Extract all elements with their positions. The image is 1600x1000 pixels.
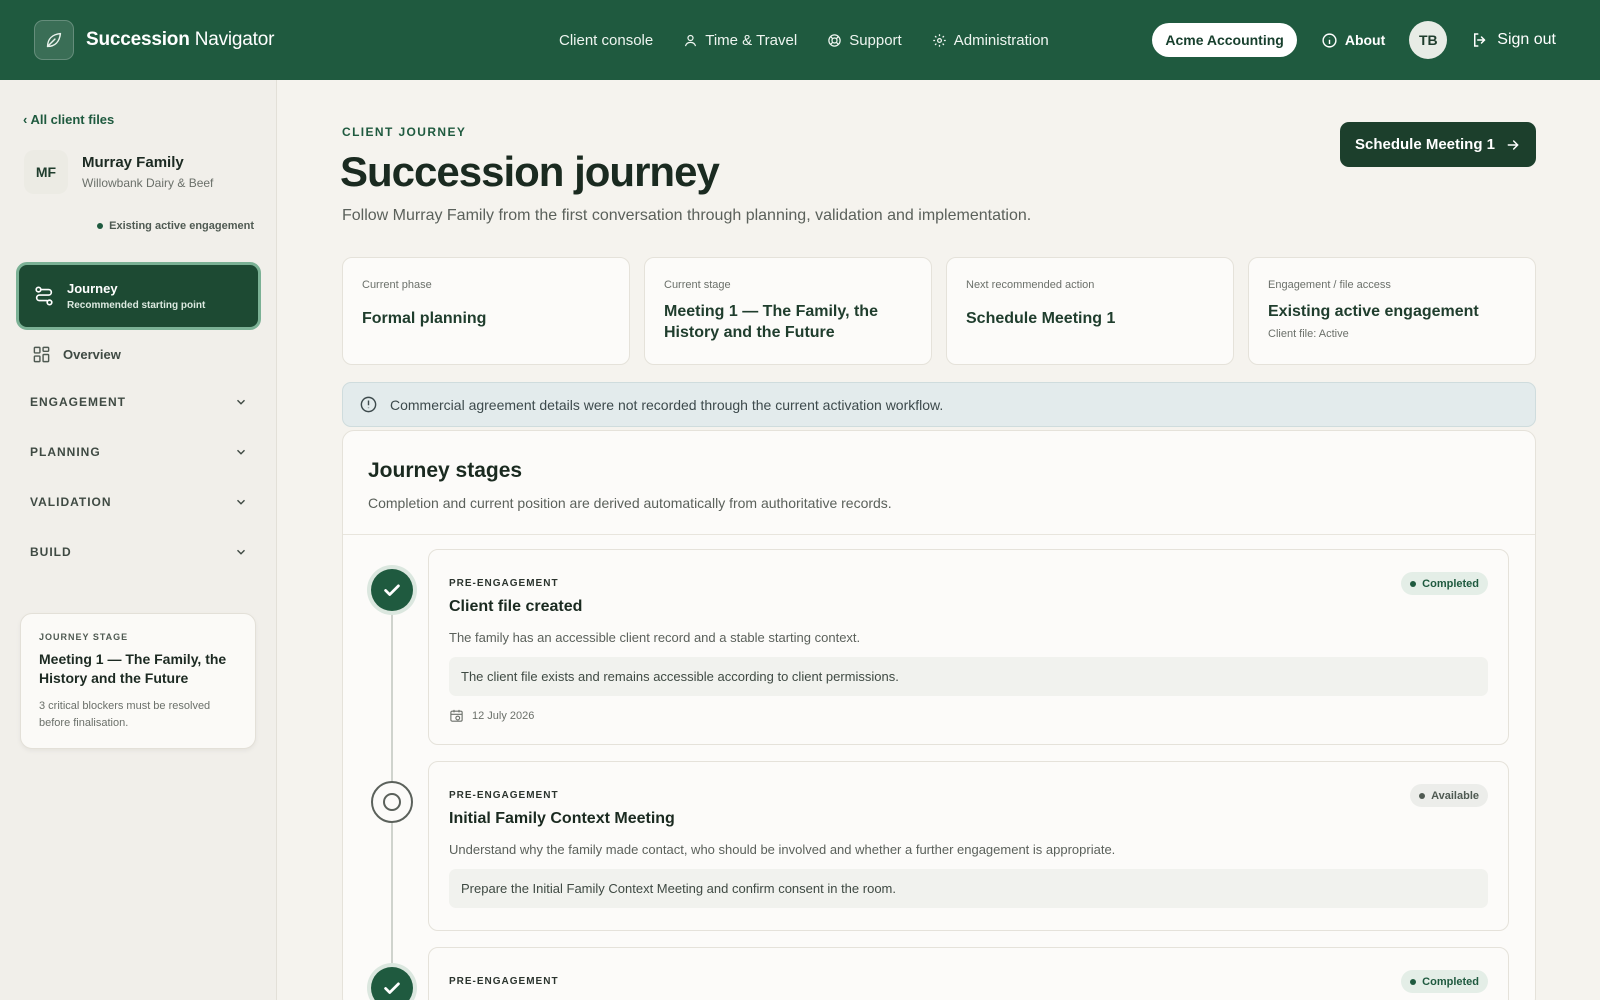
status-badge: Completed xyxy=(1401,970,1488,993)
about-link[interactable]: About xyxy=(1321,32,1385,49)
arrow-right-icon xyxy=(1507,139,1519,150)
sign-out-button[interactable]: Sign out xyxy=(1471,31,1556,49)
stage-card-note: 3 critical blockers must be resolved bef… xyxy=(39,700,211,729)
nav-client-console[interactable]: Client console xyxy=(559,32,653,49)
stage-description: Understand why the family made contact, … xyxy=(449,842,1116,857)
page-eyebrow: CLIENT JOURNEY xyxy=(342,125,467,139)
grid-icon xyxy=(33,346,50,363)
person-icon xyxy=(685,34,697,46)
nav-time-travel[interactable]: Time & Travel xyxy=(683,32,797,49)
all-client-files-link[interactable]: ‹ All client files xyxy=(23,112,114,127)
stage-phase: PRE-ENGAGEMENT xyxy=(449,790,559,801)
alert-circle-icon xyxy=(360,396,377,413)
chevron-down-icon xyxy=(237,449,245,455)
card-label: Current stage xyxy=(664,279,731,291)
route-icon xyxy=(35,286,53,306)
status-badge: Completed xyxy=(1401,572,1488,595)
stage-detail: Prepare the Initial Family Context Meeti… xyxy=(449,869,1488,908)
info-icon xyxy=(1322,32,1337,48)
chevron-down-icon xyxy=(237,549,245,555)
stage-description: The family has an accessible client reco… xyxy=(449,630,861,645)
card-current-stage: Current stage Meeting 1 — The Family, th… xyxy=(644,257,932,365)
stage-title: Initial Family Context Meeting xyxy=(449,810,675,827)
calendar-check-icon xyxy=(450,709,463,722)
stage-detail: The client file exists and remains acces… xyxy=(449,657,1488,696)
alert-text: Commercial agreement details were not re… xyxy=(390,396,944,413)
journey-stages-title: Journey stages xyxy=(368,459,523,482)
stage-card-third[interactable]: Completed PRE-ENGAGEMENT xyxy=(428,947,1509,1000)
engagement-status: Existing active engagement xyxy=(97,220,254,232)
stage-date: 12 July 2026 xyxy=(449,708,1488,723)
card-current-phase: Current phase Formal planning xyxy=(342,257,630,365)
sidebar-section-engagement[interactable]: ENGAGEMENT xyxy=(30,395,248,409)
user-avatar[interactable]: TB xyxy=(1409,21,1448,59)
page-subtitle: Follow Murray Family from the first conv… xyxy=(342,207,1032,224)
nav-support[interactable]: Support xyxy=(827,32,902,49)
journey-stages-subtitle: Completion and current position are deri… xyxy=(368,495,892,511)
top-nav-bar: Succession Navigator Client console Time… xyxy=(0,0,1600,80)
organisation-switcher[interactable]: Acme Accounting xyxy=(1152,23,1297,57)
card-engagement-access: Engagement / file access Existing active… xyxy=(1248,257,1536,365)
status-dot-icon xyxy=(1410,978,1417,985)
brand-name: Succession Navigator xyxy=(86,29,275,50)
main-nav: Client console Time & Travel Support Adm… xyxy=(559,0,1049,80)
status-dot-icon xyxy=(97,223,104,229)
top-right-controls: Acme Accounting About TB Sign out xyxy=(1152,0,1556,80)
brand[interactable]: Succession Navigator xyxy=(34,20,274,60)
card-value: Schedule Meeting 1 xyxy=(966,310,1116,327)
client-business: Willowbank Dairy & Beef xyxy=(82,176,214,190)
sidebar-item-journey[interactable]: Journey Recommended starting point xyxy=(16,262,261,330)
journey-label: Journey xyxy=(67,281,118,296)
sidebar-section-planning[interactable]: PLANNING xyxy=(30,445,248,459)
gear-icon xyxy=(932,33,946,47)
status-badge: Available xyxy=(1410,784,1488,807)
stage-card-title: Meeting 1 — The Family, the History and … xyxy=(39,651,227,686)
sign-out-icon xyxy=(1474,33,1486,47)
page-title: Succession journey xyxy=(340,148,720,195)
journey-stages-panel: Journey stages Completion and current po… xyxy=(342,430,1536,1000)
check-circle-icon xyxy=(371,967,413,1000)
stage-card-initial-family-context-meeting[interactable]: Available PRE-ENGAGEMENT Initial Family … xyxy=(428,761,1509,931)
stage-phase: PRE-ENGAGEMENT xyxy=(449,976,559,987)
sidebar-section-validation[interactable]: VALIDATION xyxy=(30,495,248,509)
check-circle-icon xyxy=(371,569,413,611)
stage-phase: PRE-ENGAGEMENT xyxy=(449,578,559,589)
leaf-logo-icon xyxy=(34,20,74,60)
current-journey-stage-card: JOURNEY STAGE Meeting 1 — The Family, th… xyxy=(20,613,256,749)
stage-card-eyebrow: JOURNEY STAGE xyxy=(39,632,129,642)
client-initials-avatar: MF xyxy=(24,150,68,194)
chevron-down-icon xyxy=(237,499,245,505)
status-dot-icon xyxy=(1410,580,1417,587)
info-alert: Commercial agreement details were not re… xyxy=(342,382,1536,427)
sidebar: ‹ All client files MF Murray Family Will… xyxy=(0,80,277,1000)
card-value: Formal planning xyxy=(362,310,487,327)
card-value: Existing active engagement xyxy=(1268,303,1479,320)
nav-administration[interactable]: Administration xyxy=(932,32,1049,49)
card-label: Current phase xyxy=(362,279,432,291)
journey-hint: Recommended starting point xyxy=(67,300,206,311)
sidebar-item-overview[interactable]: Overview xyxy=(32,345,121,364)
card-note: Client file: Active xyxy=(1268,328,1349,340)
summary-cards: Current phase Formal planning Current st… xyxy=(342,257,1536,365)
card-label: Engagement / file access xyxy=(1268,279,1391,291)
client-name: Murray Family xyxy=(82,154,184,171)
schedule-meeting-button[interactable]: Schedule Meeting 1 xyxy=(1340,122,1536,167)
journey-stages-header: Journey stages Completion and current po… xyxy=(343,431,1535,535)
status-dot-icon xyxy=(1419,792,1426,799)
card-next-action: Next recommended action Schedule Meeting… xyxy=(946,257,1234,365)
open-circle-icon xyxy=(371,781,413,823)
stage-title: Client file created xyxy=(449,598,583,615)
card-value: Meeting 1 — The Family, the History and … xyxy=(664,303,878,341)
sidebar-section-build[interactable]: BUILD xyxy=(30,545,248,559)
card-label: Next recommended action xyxy=(966,279,1095,291)
stage-card-client-file-created[interactable]: Completed PRE-ENGAGEMENT Client file cre… xyxy=(428,549,1509,745)
lifebuoy-icon xyxy=(828,33,841,47)
chevron-down-icon xyxy=(237,399,245,405)
